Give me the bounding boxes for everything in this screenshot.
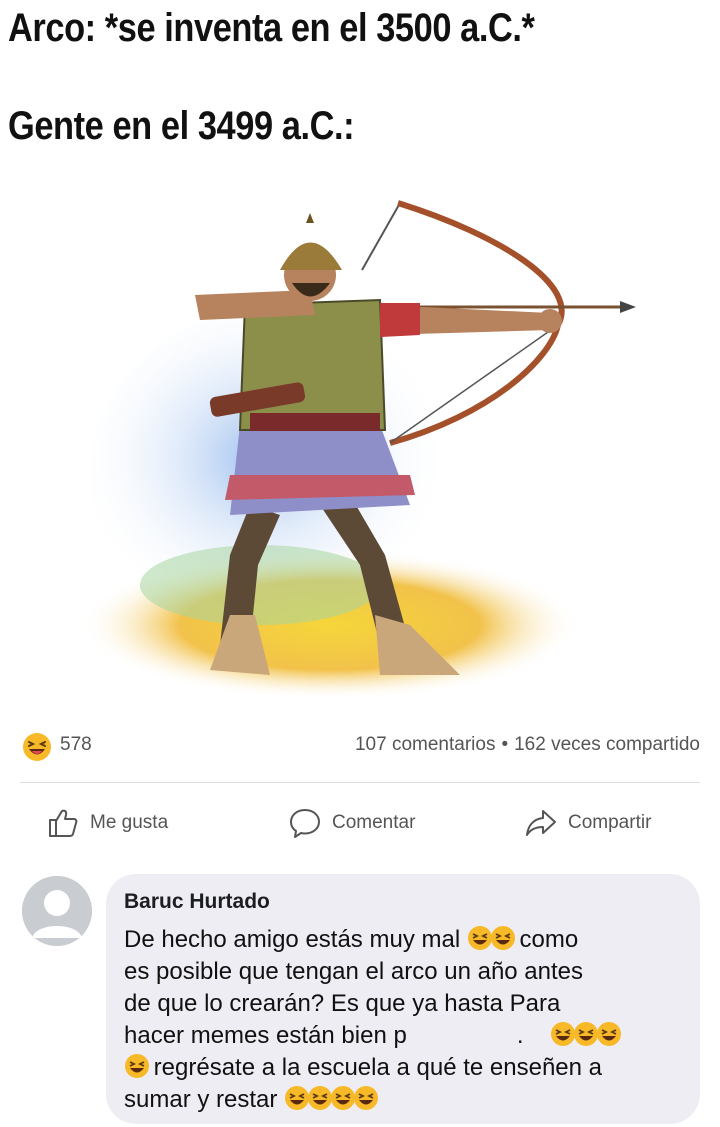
comment-text: regrésate a la escuela a qué te enseñen …: [153, 1054, 602, 1081]
comment-author[interactable]: Baruc Hurtado: [124, 890, 680, 914]
laughing-emoji-icon[interactable]: [22, 732, 52, 762]
comment-bubble: Baruc Hurtado De hecho amigo estás muy m…: [106, 874, 700, 1124]
laughing-emoji-icon: [596, 1021, 622, 1047]
comments-count[interactable]: 107 comentarios: [355, 734, 495, 755]
comment-line-2: es posible que tengan el arco un año ant…: [124, 958, 584, 985]
comment-text: hacer memes están bien p: [124, 1022, 407, 1049]
divider: [20, 782, 700, 783]
commenter-avatar[interactable]: [22, 876, 92, 946]
comment-text: como: [519, 926, 579, 953]
engagement-counts: 107 comentarios • 162 veces compartido: [355, 734, 700, 756]
comment-line-5: regrésate a la escuela a qué te enseñen …: [124, 1052, 680, 1084]
laughing-emoji-icon: [353, 1085, 379, 1111]
default-user-icon: [22, 876, 92, 946]
comment-button[interactable]: Comentar: [288, 806, 415, 840]
share-button[interactable]: Compartir: [524, 806, 651, 840]
speech-bubble-icon: [290, 809, 320, 838]
shares-count[interactable]: 162 veces compartido: [514, 734, 700, 755]
reaction-count[interactable]: 578: [60, 734, 92, 756]
meme-caption-line1: Arco: *se inventa en el 3500 a.C.*: [8, 6, 535, 50]
archer-illustration: [80, 200, 636, 700]
comment-label: Comentar: [332, 812, 416, 833]
comment-text: De hecho amigo estás muy mal: [124, 926, 461, 953]
post-stats-bar: 578 107 comentarios • 162 veces compartido: [0, 720, 720, 770]
like-label: Me gusta: [90, 812, 169, 833]
meme-caption-line2: Gente en el 3499 a.C.:: [8, 104, 355, 148]
comment-text: .: [516, 1022, 524, 1049]
share-arrow-icon: [526, 810, 556, 836]
comment-line-4: hacer memes están bien p.: [124, 1020, 680, 1052]
comment-text: sumar y restar: [124, 1086, 278, 1113]
share-label: Compartir: [568, 812, 652, 833]
comment-line-3: de que lo crearán? Es que ya hasta Para: [124, 990, 561, 1017]
comment-line-1: De hecho amigo estás muy mal como: [124, 924, 680, 956]
separator-dot: •: [501, 734, 509, 755]
like-button[interactable]: Me gusta: [46, 806, 168, 840]
thumbs-up-icon: [49, 809, 78, 837]
comment-line-6: sumar y restar: [124, 1084, 680, 1116]
post-actions-bar: Me gusta Comentar Compartir: [0, 788, 720, 858]
laughing-emoji-icon: [124, 1053, 150, 1079]
laughing-emoji-icon: [490, 925, 516, 951]
